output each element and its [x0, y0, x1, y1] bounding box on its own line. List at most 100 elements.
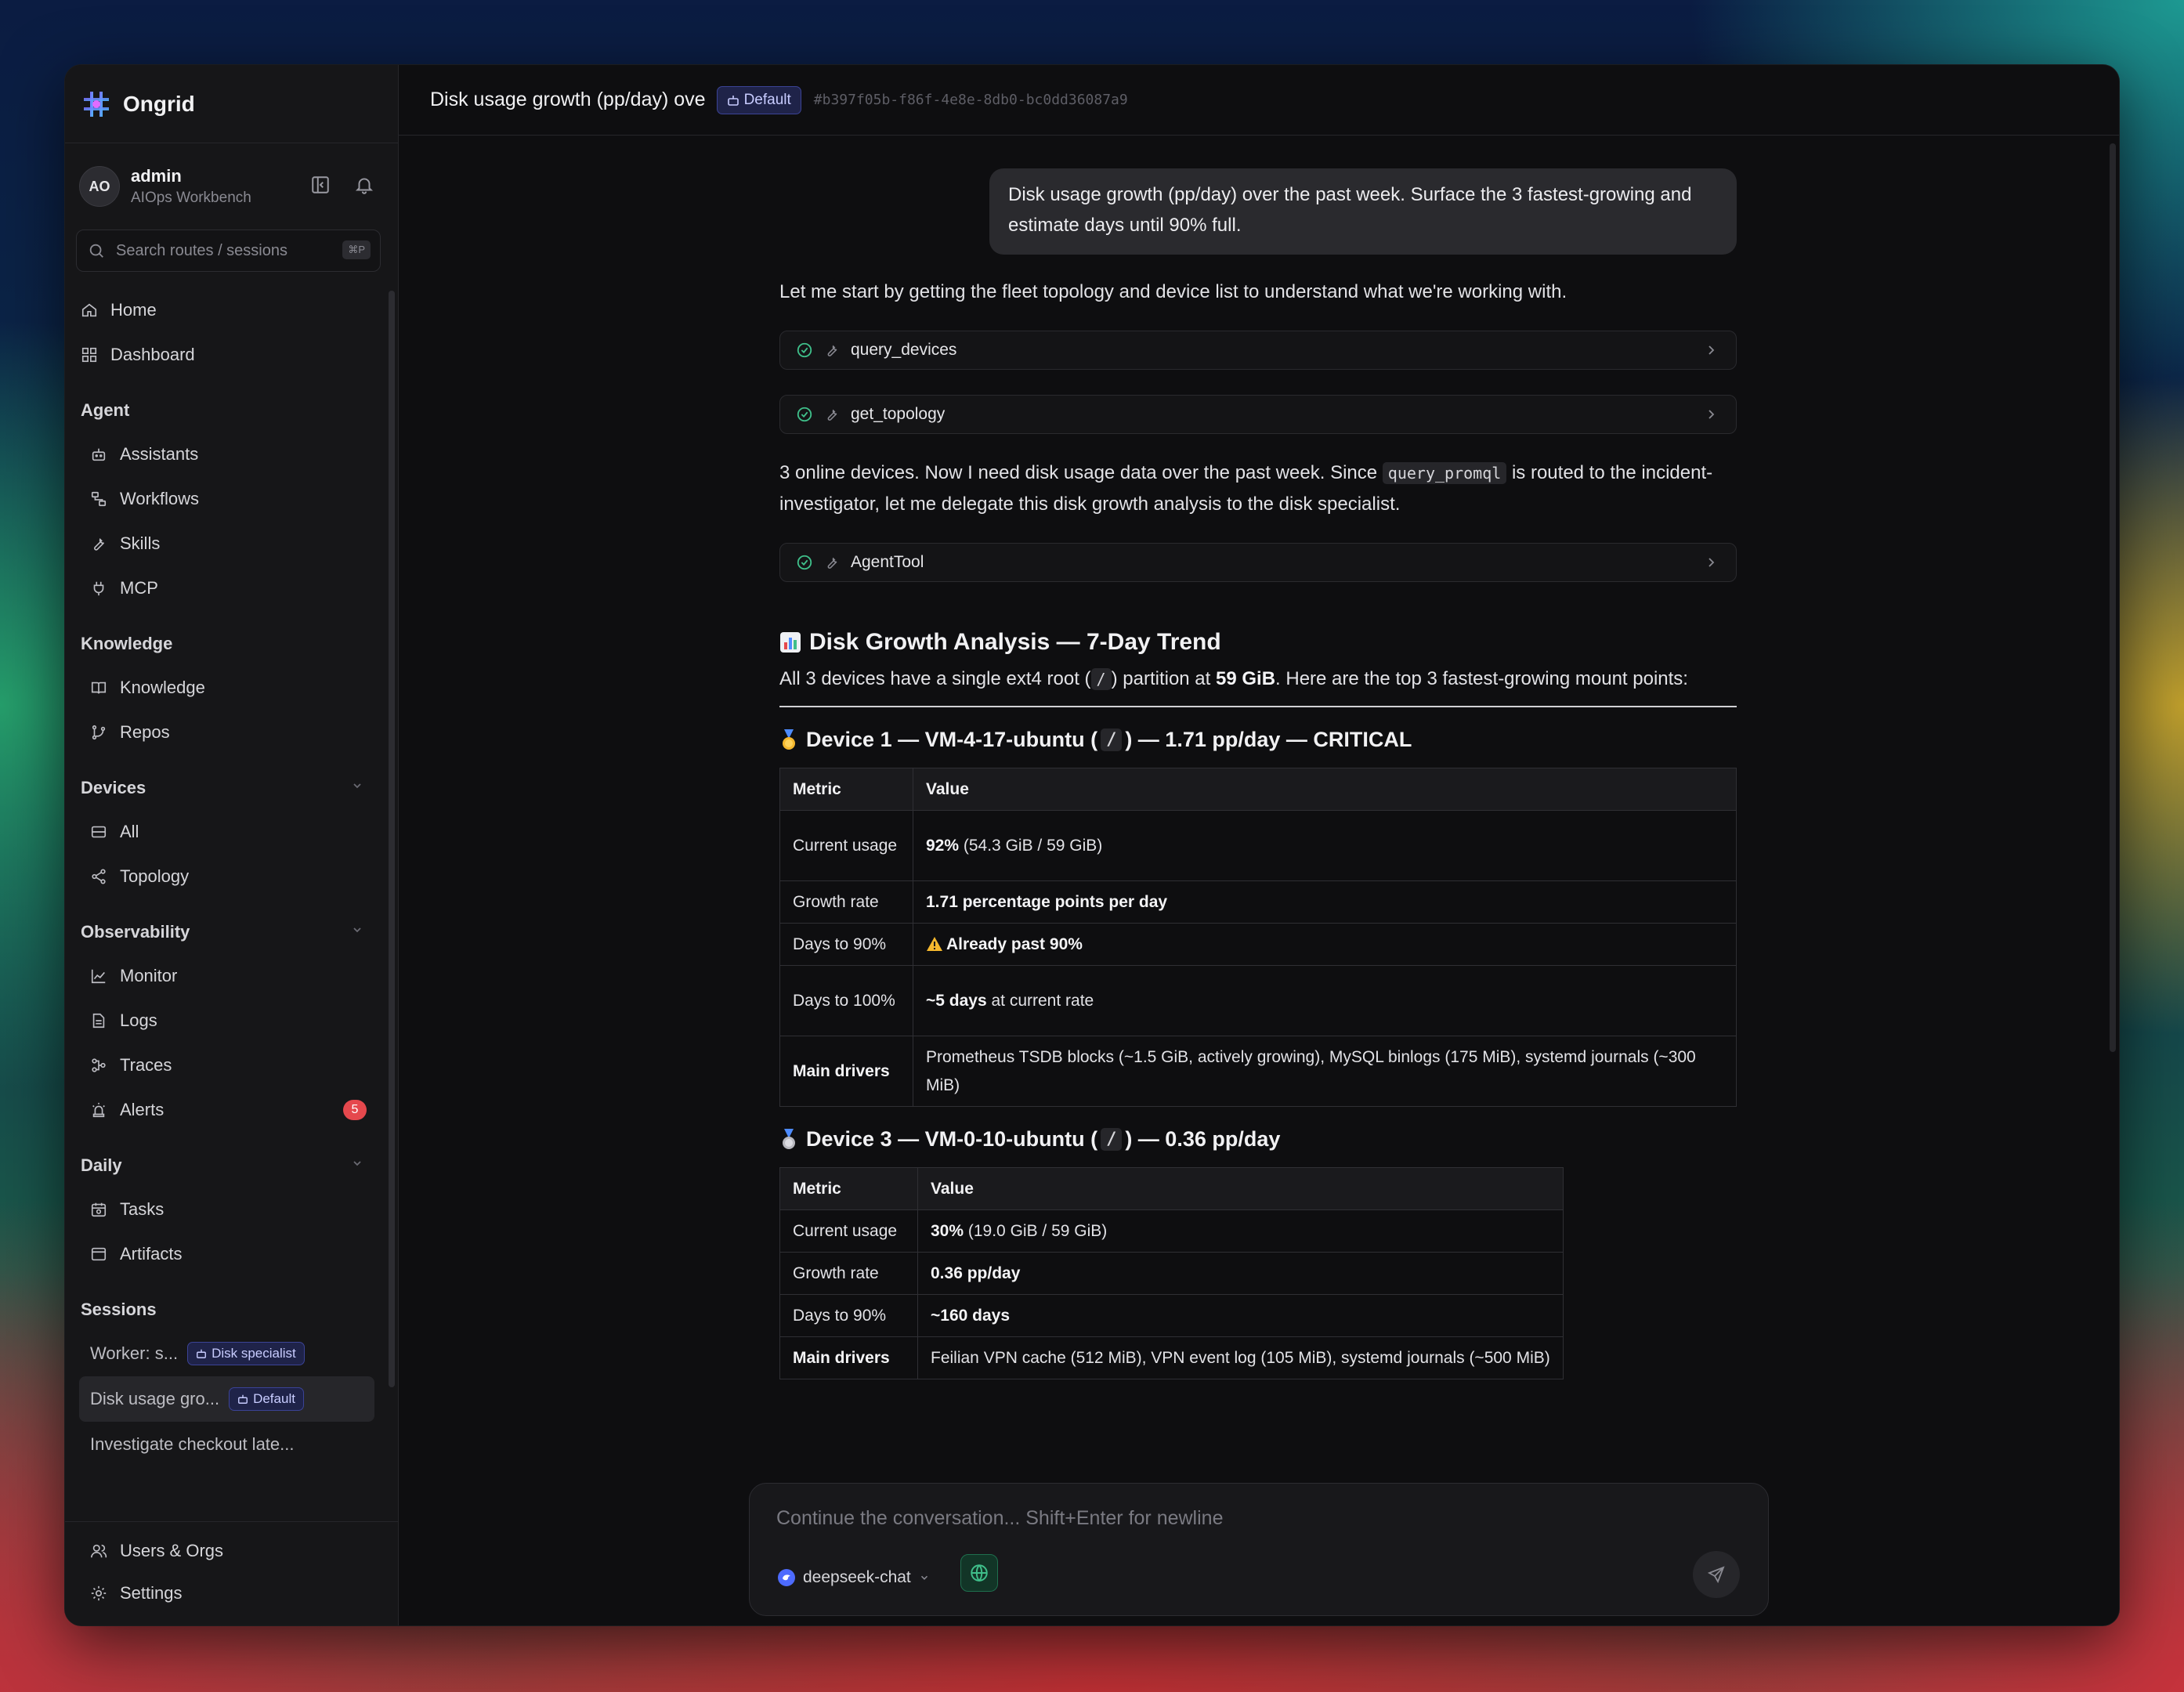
chevron-down-icon[interactable] — [351, 1157, 363, 1170]
web-search-toggle[interactable] — [960, 1554, 998, 1592]
gear-icon — [91, 1585, 107, 1601]
session-item[interactable]: Worker: s... Disk specialist — [79, 1331, 374, 1376]
sidebar-item-logs[interactable]: Logs — [65, 998, 398, 1043]
table-header-row: Metric Value — [779, 768, 1737, 811]
bell-icon[interactable] — [354, 175, 374, 195]
tool-call-agent-tool[interactable]: AgentTool — [779, 543, 1737, 582]
sidebar-item-users-orgs[interactable]: Users & Orgs — [65, 1530, 398, 1572]
table-cell: Days to 90% — [779, 923, 913, 966]
sidebar-item-settings[interactable]: Settings — [65, 1572, 398, 1614]
section-observability[interactable]: Observability — [65, 898, 398, 953]
workflow-icon — [91, 491, 107, 506]
sidebar-item-knowledge[interactable]: Knowledge — [65, 665, 398, 710]
table-row: Growth rate 0.36 pp/day — [779, 1252, 1564, 1295]
dashboard-icon — [81, 347, 97, 362]
sidebar-item-workflows[interactable]: Workflows — [65, 476, 398, 521]
chevron-down-icon[interactable] — [351, 924, 363, 936]
table-cell: ~5 days at current rate — [913, 965, 1737, 1036]
sidebar-item-all-devices[interactable]: All — [65, 809, 398, 854]
sidebar-item-artifacts[interactable]: Artifacts — [65, 1231, 398, 1276]
session-item-active[interactable]: Disk usage gro... Default — [79, 1376, 374, 1422]
chevron-down-icon[interactable] — [351, 779, 363, 792]
search-icon — [89, 244, 103, 258]
plug-icon — [93, 581, 104, 595]
sidebar-item-skills[interactable]: Skills — [65, 521, 398, 566]
text-run: All 3 devices have a single ext4 root ( — [779, 668, 1091, 689]
line-chart-icon — [91, 969, 106, 983]
sidebar-item-traces[interactable]: Traces — [65, 1043, 398, 1087]
sidebar-item-dashboard[interactable]: Dashboard — [65, 332, 398, 377]
table-row: Main drivers Prometheus TSDB blocks (~1.… — [779, 1036, 1737, 1107]
sidebar-item-label: Assistants — [120, 443, 199, 464]
bronze-medal-icon — [779, 1128, 798, 1151]
sidebar-item-mcp[interactable]: MCP — [65, 566, 398, 610]
avatar[interactable]: AO — [79, 166, 120, 207]
sidebar-item-alerts[interactable]: Alerts 5 — [65, 1087, 398, 1132]
sidebar-item-assistants[interactable]: Assistants — [65, 432, 398, 476]
section-daily[interactable]: Daily — [65, 1132, 398, 1187]
sidebar-item-home[interactable]: Home — [65, 287, 398, 332]
heading-text: Disk Growth Analysis — 7-Day Trend — [809, 629, 1221, 655]
globe-icon — [971, 1564, 988, 1582]
chevron-right-icon[interactable] — [1705, 408, 1717, 421]
section-sessions: Sessions — [81, 1300, 157, 1319]
text-run: at current rate — [986, 991, 1094, 1010]
text-bold: Already past 90% — [946, 935, 1083, 953]
inline-code: / — [1090, 668, 1112, 690]
sidebar-item-label: Traces — [120, 1054, 172, 1075]
assistant-text: 3 online devices. Now I need disk usage … — [779, 457, 1737, 519]
table-cell: Current usage — [779, 810, 913, 881]
sidebar-item-repos[interactable]: Repos — [65, 710, 398, 754]
text-run: (54.3 GiB / 59 GiB) — [959, 836, 1103, 855]
chat-thread: Disk usage growth (pp/day) over the past… — [779, 168, 1737, 1379]
sidebar-item-label: All — [120, 821, 139, 841]
section-label: Observability — [81, 922, 190, 942]
sidebar-scrollbar[interactable] — [389, 291, 395, 1387]
sidebar-toggle-icon[interactable] — [310, 175, 331, 195]
chat-scrollbar[interactable] — [2110, 143, 2116, 1052]
table-cell: Days to 100% — [779, 965, 913, 1036]
user-profile[interactable]: AO admin AIOps Workbench — [65, 143, 398, 230]
brand[interactable]: Ongrid — [65, 65, 398, 143]
model-name: deepseek-chat — [803, 1568, 911, 1586]
send-button[interactable] — [1693, 1551, 1740, 1598]
wrench-icon — [94, 537, 105, 551]
warning-icon — [927, 936, 942, 951]
table-row: Days to 90% ~160 days — [779, 1294, 1564, 1337]
inline-code: / — [1101, 1128, 1123, 1151]
text-bold: 30% — [931, 1221, 964, 1240]
sidebar-item-tasks[interactable]: Tasks — [65, 1187, 398, 1231]
user-message: Disk usage growth (pp/day) over the past… — [989, 168, 1737, 255]
text-run: Device 1 — VM-4-17-ubuntu ( — [806, 728, 1098, 751]
search-input[interactable]: Search routes / sessions — [116, 242, 287, 260]
tool-call-query-devices[interactable]: query_devices — [779, 331, 1737, 370]
sidebar-item-label: Topology — [120, 866, 190, 886]
sidebar-item-topology[interactable]: Topology — [65, 854, 398, 898]
session-item[interactable]: Investigate checkout late... — [79, 1422, 374, 1467]
session-label: Disk usage gro... — [90, 1389, 220, 1408]
sidebar-item-label: Monitor — [120, 965, 178, 985]
model-selector[interactable]: deepseek-chat — [778, 1568, 930, 1587]
section-agent: Agent — [81, 400, 130, 420]
chat-composer[interactable]: Continue the conversation... Shift+Enter… — [749, 1483, 1769, 1616]
search-box[interactable]: Search routes / sessions ⌘P — [76, 230, 381, 272]
text-run: . Here are the top 3 fastest-growing mou… — [1275, 668, 1688, 689]
session-title: Disk usage growth (pp/day) ove — [430, 89, 706, 110]
section-devices[interactable]: Devices — [65, 754, 398, 809]
sidebar-item-monitor[interactable]: Monitor — [65, 953, 398, 998]
session-tag-label: Default — [253, 1391, 295, 1406]
analysis-heading: Disk Growth Analysis — 7-Day Trend — [779, 629, 1737, 656]
table-cell: 30% (19.0 GiB / 59 GiB) — [917, 1209, 1564, 1253]
session-agent-tag[interactable]: Default — [716, 85, 801, 114]
wrench-icon — [827, 409, 837, 421]
session-tag: Disk specialist — [187, 1342, 305, 1365]
chevron-right-icon[interactable] — [1705, 556, 1717, 569]
table-cell: Main drivers — [779, 1036, 913, 1107]
gold-medal-icon — [779, 728, 798, 751]
sidebar-item-label: Tasks — [120, 1198, 165, 1219]
message-input[interactable]: Continue the conversation... Shift+Enter… — [776, 1507, 1223, 1530]
chevron-right-icon[interactable] — [1705, 344, 1717, 356]
text-bold: 59 GiB — [1216, 668, 1276, 689]
bot-icon — [727, 95, 739, 106]
tool-call-get-topology[interactable]: get_topology — [779, 395, 1737, 434]
